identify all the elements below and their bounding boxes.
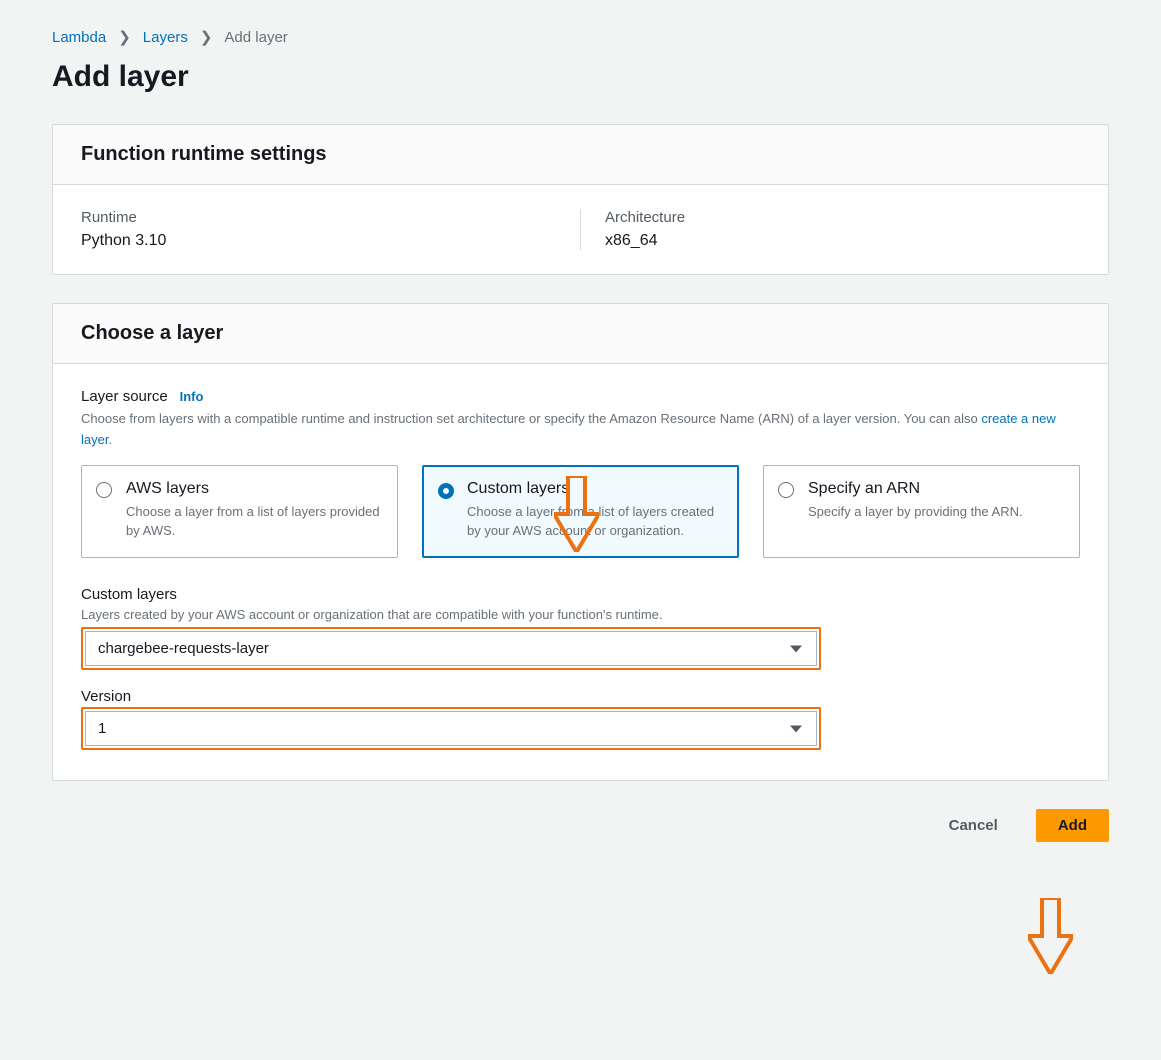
architecture-label: Architecture [605,209,1080,226]
breadcrumb-link-layers[interactable]: Layers [143,29,188,46]
choose-layer-panel: Choose a layer Layer source Info Choose … [52,303,1109,781]
version-label: Version [81,688,1080,705]
radio-icon [438,483,454,499]
custom-layers-select[interactable]: chargebee-requests-layer [85,631,817,666]
radio-title: Specify an ARN [808,480,1063,498]
radio-desc: Specify a layer by providing the ARN. [808,502,1063,522]
choose-layer-heading: Choose a layer [81,322,1080,345]
layer-source-label: Layer source [81,388,168,405]
breadcrumb: Lambda ❯ Layers ❯ Add layer [52,28,1109,46]
add-button[interactable]: Add [1036,809,1109,842]
cancel-button[interactable]: Cancel [927,809,1020,842]
runtime-label: Runtime [81,209,556,226]
radio-desc: Choose a layer from a list of layers pro… [126,502,381,541]
runtime-settings-heading: Function runtime settings [81,143,1080,166]
radio-title: AWS layers [126,480,381,498]
custom-layers-select-value: chargebee-requests-layer [98,640,269,657]
radio-specify-arn[interactable]: Specify an ARN Specify a layer by provid… [763,465,1080,558]
info-link[interactable]: Info [180,389,204,404]
radio-aws-layers[interactable]: AWS layers Choose a layer from a list of… [81,465,398,558]
architecture-value: x86_64 [605,232,1080,250]
radio-custom-layers[interactable]: Custom layers Choose a layer from a list… [422,465,739,558]
version-select-value: 1 [98,720,106,737]
caret-down-icon [790,725,802,732]
runtime-value: Python 3.10 [81,232,556,250]
radio-title: Custom layers [467,480,722,498]
annotation-arrow-icon [1028,898,1073,974]
custom-layers-helper: Layers created by your AWS account or or… [81,605,1080,626]
radio-icon [778,482,794,498]
radio-icon [96,482,112,498]
layer-source-helper: Choose from layers with a compatible run… [81,409,1080,451]
chevron-right-icon: ❯ [118,28,131,46]
breadcrumb-link-lambda[interactable]: Lambda [52,29,106,46]
runtime-settings-panel: Function runtime settings Runtime Python… [52,124,1109,275]
breadcrumb-current: Add layer [224,29,287,46]
version-select[interactable]: 1 [85,711,817,746]
radio-desc: Choose a layer from a list of layers cre… [467,502,722,541]
page-title: Add layer [52,60,1109,94]
chevron-right-icon: ❯ [200,28,213,46]
custom-layers-label: Custom layers [81,586,1080,603]
caret-down-icon [790,645,802,652]
